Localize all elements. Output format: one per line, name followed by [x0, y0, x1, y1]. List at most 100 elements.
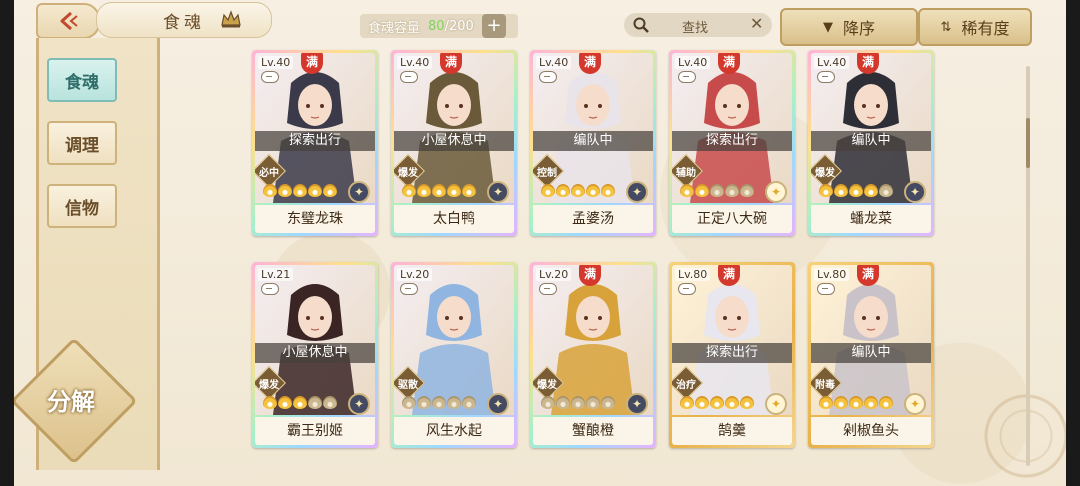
search-placeholder: 查找	[682, 21, 709, 36]
status-label: 小屋休息中	[255, 343, 375, 363]
capacity-plus-button[interactable]: +	[482, 14, 506, 38]
flame-star-icon	[601, 396, 615, 409]
flame-star-icon	[864, 184, 878, 197]
chat-bubble-icon[interactable]	[817, 283, 835, 295]
flame-star-icon	[740, 184, 754, 197]
level-label: Lv.40	[814, 56, 850, 69]
status-label: 编队中	[533, 131, 653, 151]
triangle-down-icon: ▼	[822, 19, 833, 35]
status-label: 小屋休息中	[394, 131, 514, 151]
flame-star-icon	[695, 184, 709, 197]
character-name: 正定八大碗	[672, 205, 792, 233]
food-soul-card[interactable]: Lv.21 小屋休息中 爆发 ✦ 霸王别姬	[252, 262, 378, 448]
back-arrow-icon	[60, 11, 78, 31]
rank-flames	[680, 184, 754, 198]
decompose-label[interactable]: 分解	[28, 382, 114, 417]
element-badge-icon: ✦	[487, 181, 509, 203]
back-button[interactable]	[36, 3, 100, 39]
character-name: 剁椒鱼头	[811, 417, 931, 445]
flame-star-icon	[308, 184, 322, 197]
clear-icon[interactable]: ✕	[750, 15, 766, 33]
food-soul-card[interactable]: Lv.40 满探索出行 必中 ✦ 东璧龙珠	[252, 50, 378, 236]
chat-bubble-icon[interactable]	[678, 71, 696, 83]
search-icon	[633, 17, 649, 33]
flame-star-icon	[849, 184, 863, 197]
flame-star-icon	[293, 396, 307, 409]
flame-star-icon	[571, 184, 585, 197]
flame-star-icon	[432, 396, 446, 409]
flame-star-icon	[447, 396, 461, 409]
food-soul-card[interactable]: Lv.40 满编队中 控制 ✦ 孟婆汤	[530, 50, 656, 236]
flame-star-icon	[695, 396, 709, 409]
sort-order-label: 降序	[842, 19, 875, 38]
chat-bubble-icon[interactable]	[400, 283, 418, 295]
max-level-badge: 满	[440, 53, 462, 74]
sidebar-item-food-souls[interactable]: 食魂	[47, 58, 117, 102]
flame-star-icon	[556, 396, 570, 409]
food-soul-card[interactable]: Lv.80 满编队中 附毒 ✦ 剁椒鱼头	[808, 262, 934, 448]
page-title: 食魂	[96, 2, 272, 38]
food-soul-card[interactable]: Lv.20 满爆发 ✦ 蟹酿橙	[530, 262, 656, 448]
scrollbar-thumb[interactable]	[1026, 118, 1030, 168]
flame-star-icon	[740, 396, 754, 409]
sidebar-item-label: 调理	[65, 135, 99, 156]
character-name: 太白鸭	[394, 205, 514, 233]
chat-bubble-icon[interactable]	[817, 71, 835, 83]
food-soul-card[interactable]: Lv.40 满探索出行 辅助 ✦ 正定八大碗	[669, 50, 795, 236]
sidebar-item-label: 信物	[65, 198, 99, 219]
flame-star-icon	[879, 184, 893, 197]
character-name: 霸王别姬	[255, 417, 375, 445]
card-inner: Lv.40 满小屋休息中 爆发 ✦ 太白鸭	[394, 53, 514, 233]
flame-star-icon	[879, 396, 893, 409]
food-soul-grid: Lv.40 满探索出行 必中 ✦ 东璧龙珠 Lv.40 满小屋休息中 爆发 ✦ 太白鸭 Lv.40 满…	[252, 50, 942, 448]
flame-star-icon	[819, 184, 833, 197]
status-label: 探索出行	[672, 131, 792, 151]
character-name: 鹄羹	[672, 417, 792, 445]
crown-icon[interactable]	[220, 9, 242, 29]
chat-bubble-icon[interactable]	[539, 71, 557, 83]
sort-order-button[interactable]: ▼ 降序	[780, 8, 918, 46]
character-name: 孟婆汤	[533, 205, 653, 233]
element-badge-icon: ✦	[348, 181, 370, 203]
food-soul-card[interactable]: Lv.80 满探索出行 治疗 ✦ 鹄羹	[669, 262, 795, 448]
sort-rarity-button[interactable]: ⇅ 稀有度	[918, 8, 1032, 46]
sort-arrows-icon: ⇅	[940, 19, 952, 35]
card-inner: Lv.21 小屋休息中 爆发 ✦ 霸王别姬	[255, 265, 375, 445]
rank-flames	[263, 396, 337, 410]
chat-bubble-icon[interactable]	[261, 71, 279, 83]
food-soul-card[interactable]: Lv.20 驱散 ✦ 风生水起	[391, 262, 517, 448]
flame-star-icon	[710, 396, 724, 409]
flame-star-icon	[263, 396, 277, 409]
flame-star-icon	[601, 184, 615, 197]
food-soul-card[interactable]: Lv.40 满编队中 爆发 ✦ 蟠龙菜	[808, 50, 934, 236]
status-label: 编队中	[811, 131, 931, 151]
card-inner: Lv.40 满探索出行 必中 ✦ 东璧龙珠	[255, 53, 375, 233]
food-soul-card[interactable]: Lv.40 满小屋休息中 爆发 ✦ 太白鸭	[391, 50, 517, 236]
card-inner: Lv.40 满编队中 爆发 ✦ 蟠龙菜	[811, 53, 931, 233]
sidebar-item-cooking[interactable]: 调理	[47, 121, 117, 165]
flame-star-icon	[725, 184, 739, 197]
level-label: Lv.80	[814, 268, 850, 281]
search-box[interactable]: 查找 ✕	[624, 13, 772, 37]
flame-star-icon	[586, 184, 600, 197]
character-name: 东璧龙珠	[255, 205, 375, 233]
flame-star-icon	[541, 184, 555, 197]
flame-star-icon	[710, 184, 724, 197]
rank-flames	[263, 184, 337, 198]
chat-bubble-icon[interactable]	[400, 71, 418, 83]
flame-star-icon	[556, 184, 570, 197]
sidebar-item-tokens[interactable]: 信物	[47, 184, 117, 228]
flame-star-icon	[680, 184, 694, 197]
chat-bubble-icon[interactable]	[261, 283, 279, 295]
rank-flames	[680, 396, 754, 410]
status-label: 探索出行	[255, 131, 375, 151]
chat-bubble-icon[interactable]	[539, 283, 557, 295]
flame-star-icon	[278, 184, 292, 197]
flame-star-icon	[323, 396, 337, 409]
sidebar-item-label: 食魂	[65, 72, 99, 93]
flame-star-icon	[725, 396, 739, 409]
role-label: 治疗	[676, 380, 696, 391]
card-inner: Lv.40 满探索出行 辅助 ✦ 正定八大碗	[672, 53, 792, 233]
flame-star-icon	[417, 184, 431, 197]
chat-bubble-icon[interactable]	[678, 283, 696, 295]
